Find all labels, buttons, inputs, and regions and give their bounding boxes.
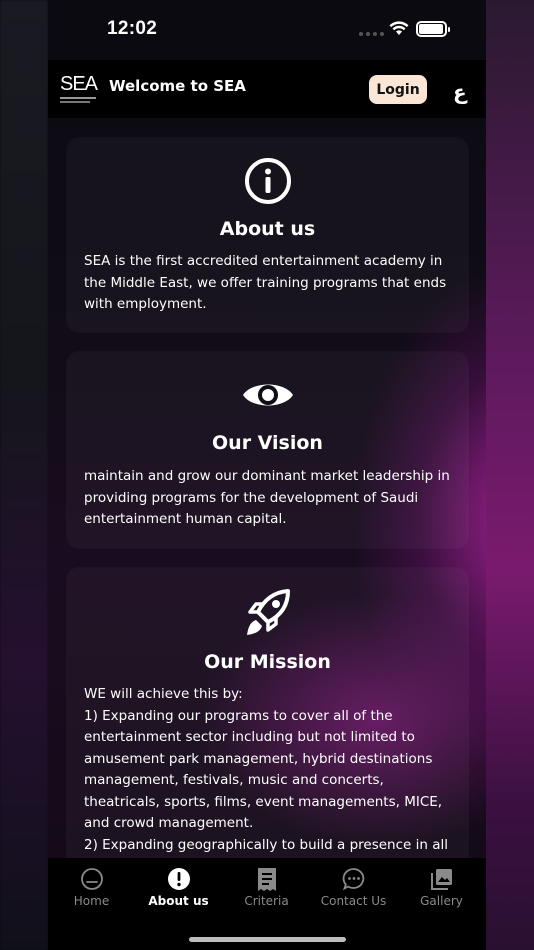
tab-gallery[interactable]: Gallery bbox=[398, 858, 485, 918]
about-us-text: SEA is the first accredited entertainmen… bbox=[84, 253, 447, 312]
mission-title: Our Mission bbox=[204, 651, 331, 673]
vision-text: maintain and grow our dominant market le… bbox=[84, 468, 450, 527]
about-content[interactable]: About us SEA is the first accredited ent… bbox=[48, 118, 486, 858]
vision-title: Our Vision bbox=[212, 432, 323, 454]
mission-intro: WE will achieve this by: bbox=[84, 686, 243, 702]
mission-point-2: 2) Expanding geographically to build a p… bbox=[84, 836, 448, 853]
mission-point-1: 1) Expanding our programs to cover all o… bbox=[84, 707, 443, 832]
home-icon bbox=[80, 868, 103, 890]
status-time: 12:02 bbox=[107, 18, 158, 39]
tab-home[interactable]: Home bbox=[48, 858, 135, 918]
rocket-icon bbox=[246, 589, 290, 635]
mission-card: Our Mission WE will achieve this by: 1) … bbox=[67, 568, 468, 858]
background-edge-right bbox=[486, 0, 534, 950]
exclamation-icon bbox=[167, 868, 190, 890]
receipt-icon bbox=[257, 868, 276, 891]
info-icon bbox=[244, 158, 291, 204]
app-header: SEA Welcome to SEA Login ع bbox=[48, 60, 486, 118]
tab-about-us[interactable]: About us bbox=[135, 858, 222, 918]
about-us-title: About us bbox=[219, 218, 316, 240]
tab-home-label: Home bbox=[73, 894, 110, 908]
sea-logo: SEA bbox=[60, 74, 100, 106]
cellular-signal-icon bbox=[359, 32, 384, 36]
bottom-tab-bar: Home About us Criteria Contact Us Galler… bbox=[48, 858, 486, 950]
vision-card: Our Vision maintain and grow our dominan… bbox=[67, 352, 468, 548]
login-button[interactable]: Login bbox=[369, 75, 427, 104]
tab-criteria[interactable]: Criteria bbox=[223, 858, 310, 918]
tab-about-us-label: About us bbox=[148, 894, 209, 908]
language-toggle[interactable]: ع bbox=[453, 80, 467, 104]
battery-icon bbox=[416, 21, 450, 37]
mission-text: WE will achieve this by: 1) Expanding ou… bbox=[84, 684, 454, 856]
welcome-title: Welcome to SEA bbox=[109, 77, 246, 95]
gallery-icon bbox=[430, 869, 452, 890]
eye-icon bbox=[242, 384, 293, 406]
tab-gallery-label: Gallery bbox=[420, 894, 463, 908]
background-edge-left bbox=[0, 0, 48, 950]
home-indicator[interactable] bbox=[189, 937, 346, 942]
status-bar: 12:02 bbox=[48, 0, 486, 60]
tab-contact-us[interactable]: Contact Us bbox=[310, 858, 397, 918]
tab-contact-us-label: Contact Us bbox=[320, 894, 387, 908]
tab-criteria-label: Criteria bbox=[244, 894, 289, 908]
chat-bubble-icon bbox=[342, 868, 364, 891]
wifi-icon bbox=[389, 21, 409, 35]
about-us-card: About us SEA is the first accredited ent… bbox=[67, 138, 468, 332]
app-screen: 12:02 SEA Welcome to SEA Login ع About u… bbox=[48, 0, 486, 950]
